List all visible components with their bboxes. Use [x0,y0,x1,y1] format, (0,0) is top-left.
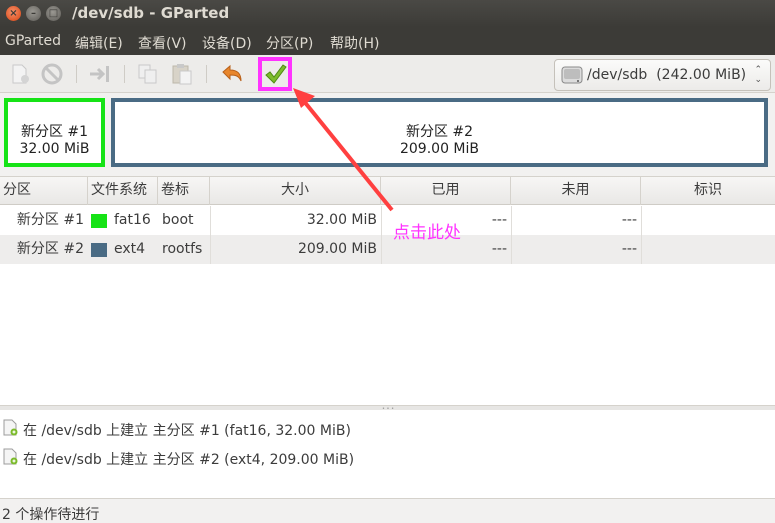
table-row[interactable]: 新分区 #2 ext4 rootfs 209.00 MiB --- --- [0,235,775,264]
status-bar: 2 个操作待进行 [0,498,775,523]
column-header-label[interactable]: 卷标 [158,177,210,205]
table-row[interactable]: 新分区 #1 fat16 boot 32.00 MiB --- --- [0,206,775,235]
cell-size: 32.00 MiB [306,212,377,228]
maximize-window-button[interactable]: □ [46,6,61,21]
toolbar-separator [206,65,207,83]
cell-label: rootfs [162,241,203,257]
column-header-used[interactable]: 已用 [381,177,511,205]
cell-partition: 新分区 #1 [16,212,84,228]
column-header-unused[interactable]: 未用 [511,177,641,205]
copy-icon [138,64,157,84]
new-partition-operation-icon [3,448,18,465]
toolbar-separator [76,65,77,83]
copy-button[interactable] [136,63,160,85]
cell-filesystem: ext4 [114,241,146,257]
partition-block-1-size: 32.00 MiB [19,141,90,157]
delete-icon [41,63,63,85]
menu-help[interactable]: 帮助(H) [330,33,379,53]
delete-button[interactable] [40,63,64,85]
cell-label: boot [162,212,194,228]
menu-bar: GParted 编辑(E) 查看(V) 设备(D) 分区(P) 帮助(H) [0,27,775,55]
column-header-filesystem[interactable]: 文件系统 [88,177,158,205]
partition-block-2[interactable]: 新分区 #2 209.00 MiB [111,98,768,167]
close-window-button[interactable]: × [6,6,21,21]
list-item[interactable]: 在 /dev/sdb 上建立 主分区 #2 (ext4, 209.00 MiB) [0,442,775,470]
title-bar: × – □ /dev/sdb - GParted [0,0,775,27]
column-divider [641,206,642,235]
partition-block-1-name: 新分区 #1 [20,124,89,140]
undo-button[interactable] [220,63,244,85]
cell-size: 209.00 MiB [297,241,377,257]
cell-filesystem: fat16 [114,212,151,228]
annotation-label: 点击此处 [393,223,461,243]
undo-icon [222,64,242,82]
device-selector[interactable]: /dev/sdb (242.00 MiB) ⌃ ⌄ [554,59,771,91]
new-partition-button[interactable] [8,63,32,85]
menu-device[interactable]: 设备(D) [202,33,252,53]
column-header-size[interactable]: 大小 [210,177,381,205]
minimize-icon: – [31,8,36,19]
device-size: (242.00 MiB) [656,67,747,83]
column-divider [641,235,642,264]
device-selector-label: /dev/sdb (242.00 MiB) [587,67,746,83]
partition-block-1[interactable]: 新分区 #1 32.00 MiB [4,98,105,167]
checkmark-icon [265,64,287,84]
operation-text: 在 /dev/sdb 上建立 主分区 #1 (fat16, 32.00 MiB) [23,423,351,439]
new-partition-icon [12,64,29,84]
menu-gparted[interactable]: GParted [5,33,61,49]
partition-block-2-size: 209.00 MiB [399,141,479,157]
minimize-window-button[interactable]: – [26,6,41,21]
hard-disk-icon [561,66,583,84]
window-title: /dev/sdb - GParted [72,4,230,22]
menu-partition[interactable]: 分区(P) [266,33,313,53]
partition-map: 新分区 #1 32.00 MiB 新分区 #2 209.00 MiB [0,94,775,174]
spinner-arrows-icon: ⌃ ⌄ [754,65,762,85]
cell-partition: 新分区 #2 [16,241,84,257]
menu-edit[interactable]: 编辑(E) [75,33,123,53]
partition-block-2-name: 新分区 #2 [405,124,474,140]
maximize-icon: □ [48,8,59,19]
paste-button[interactable] [170,63,194,85]
resize-move-button[interactable] [88,63,112,85]
resize-move-icon [90,66,109,82]
column-header-partition[interactable]: 分区 [0,177,88,205]
status-text: 2 个操作待进行 [2,507,100,523]
device-name: /dev/sdb [587,67,648,83]
apply-button[interactable] [263,63,287,85]
filesystem-color-swatch [91,214,107,228]
cell-unused: --- [621,212,637,228]
column-header-flags[interactable]: 标识 [641,177,775,205]
menu-view[interactable]: 查看(V) [138,33,187,53]
operation-text: 在 /dev/sdb 上建立 主分区 #2 (ext4, 209.00 MiB) [23,452,355,468]
new-partition-operation-icon [3,419,18,436]
pending-operations-list: 在 /dev/sdb 上建立 主分区 #1 (fat16, 32.00 MiB)… [0,410,775,498]
cell-unused: --- [621,241,637,257]
paste-icon [172,64,192,85]
table-header: 分区 文件系统 卷标 大小 已用 未用 标识 [0,177,775,205]
toolbar-separator [124,65,125,83]
filesystem-color-swatch [91,243,107,257]
close-icon: × [9,8,18,19]
partition-table: 分区 文件系统 卷标 大小 已用 未用 标识 新分区 #1 fat16 boot… [0,176,775,408]
list-item[interactable]: 在 /dev/sdb 上建立 主分区 #1 (fat16, 32.00 MiB) [0,413,775,441]
